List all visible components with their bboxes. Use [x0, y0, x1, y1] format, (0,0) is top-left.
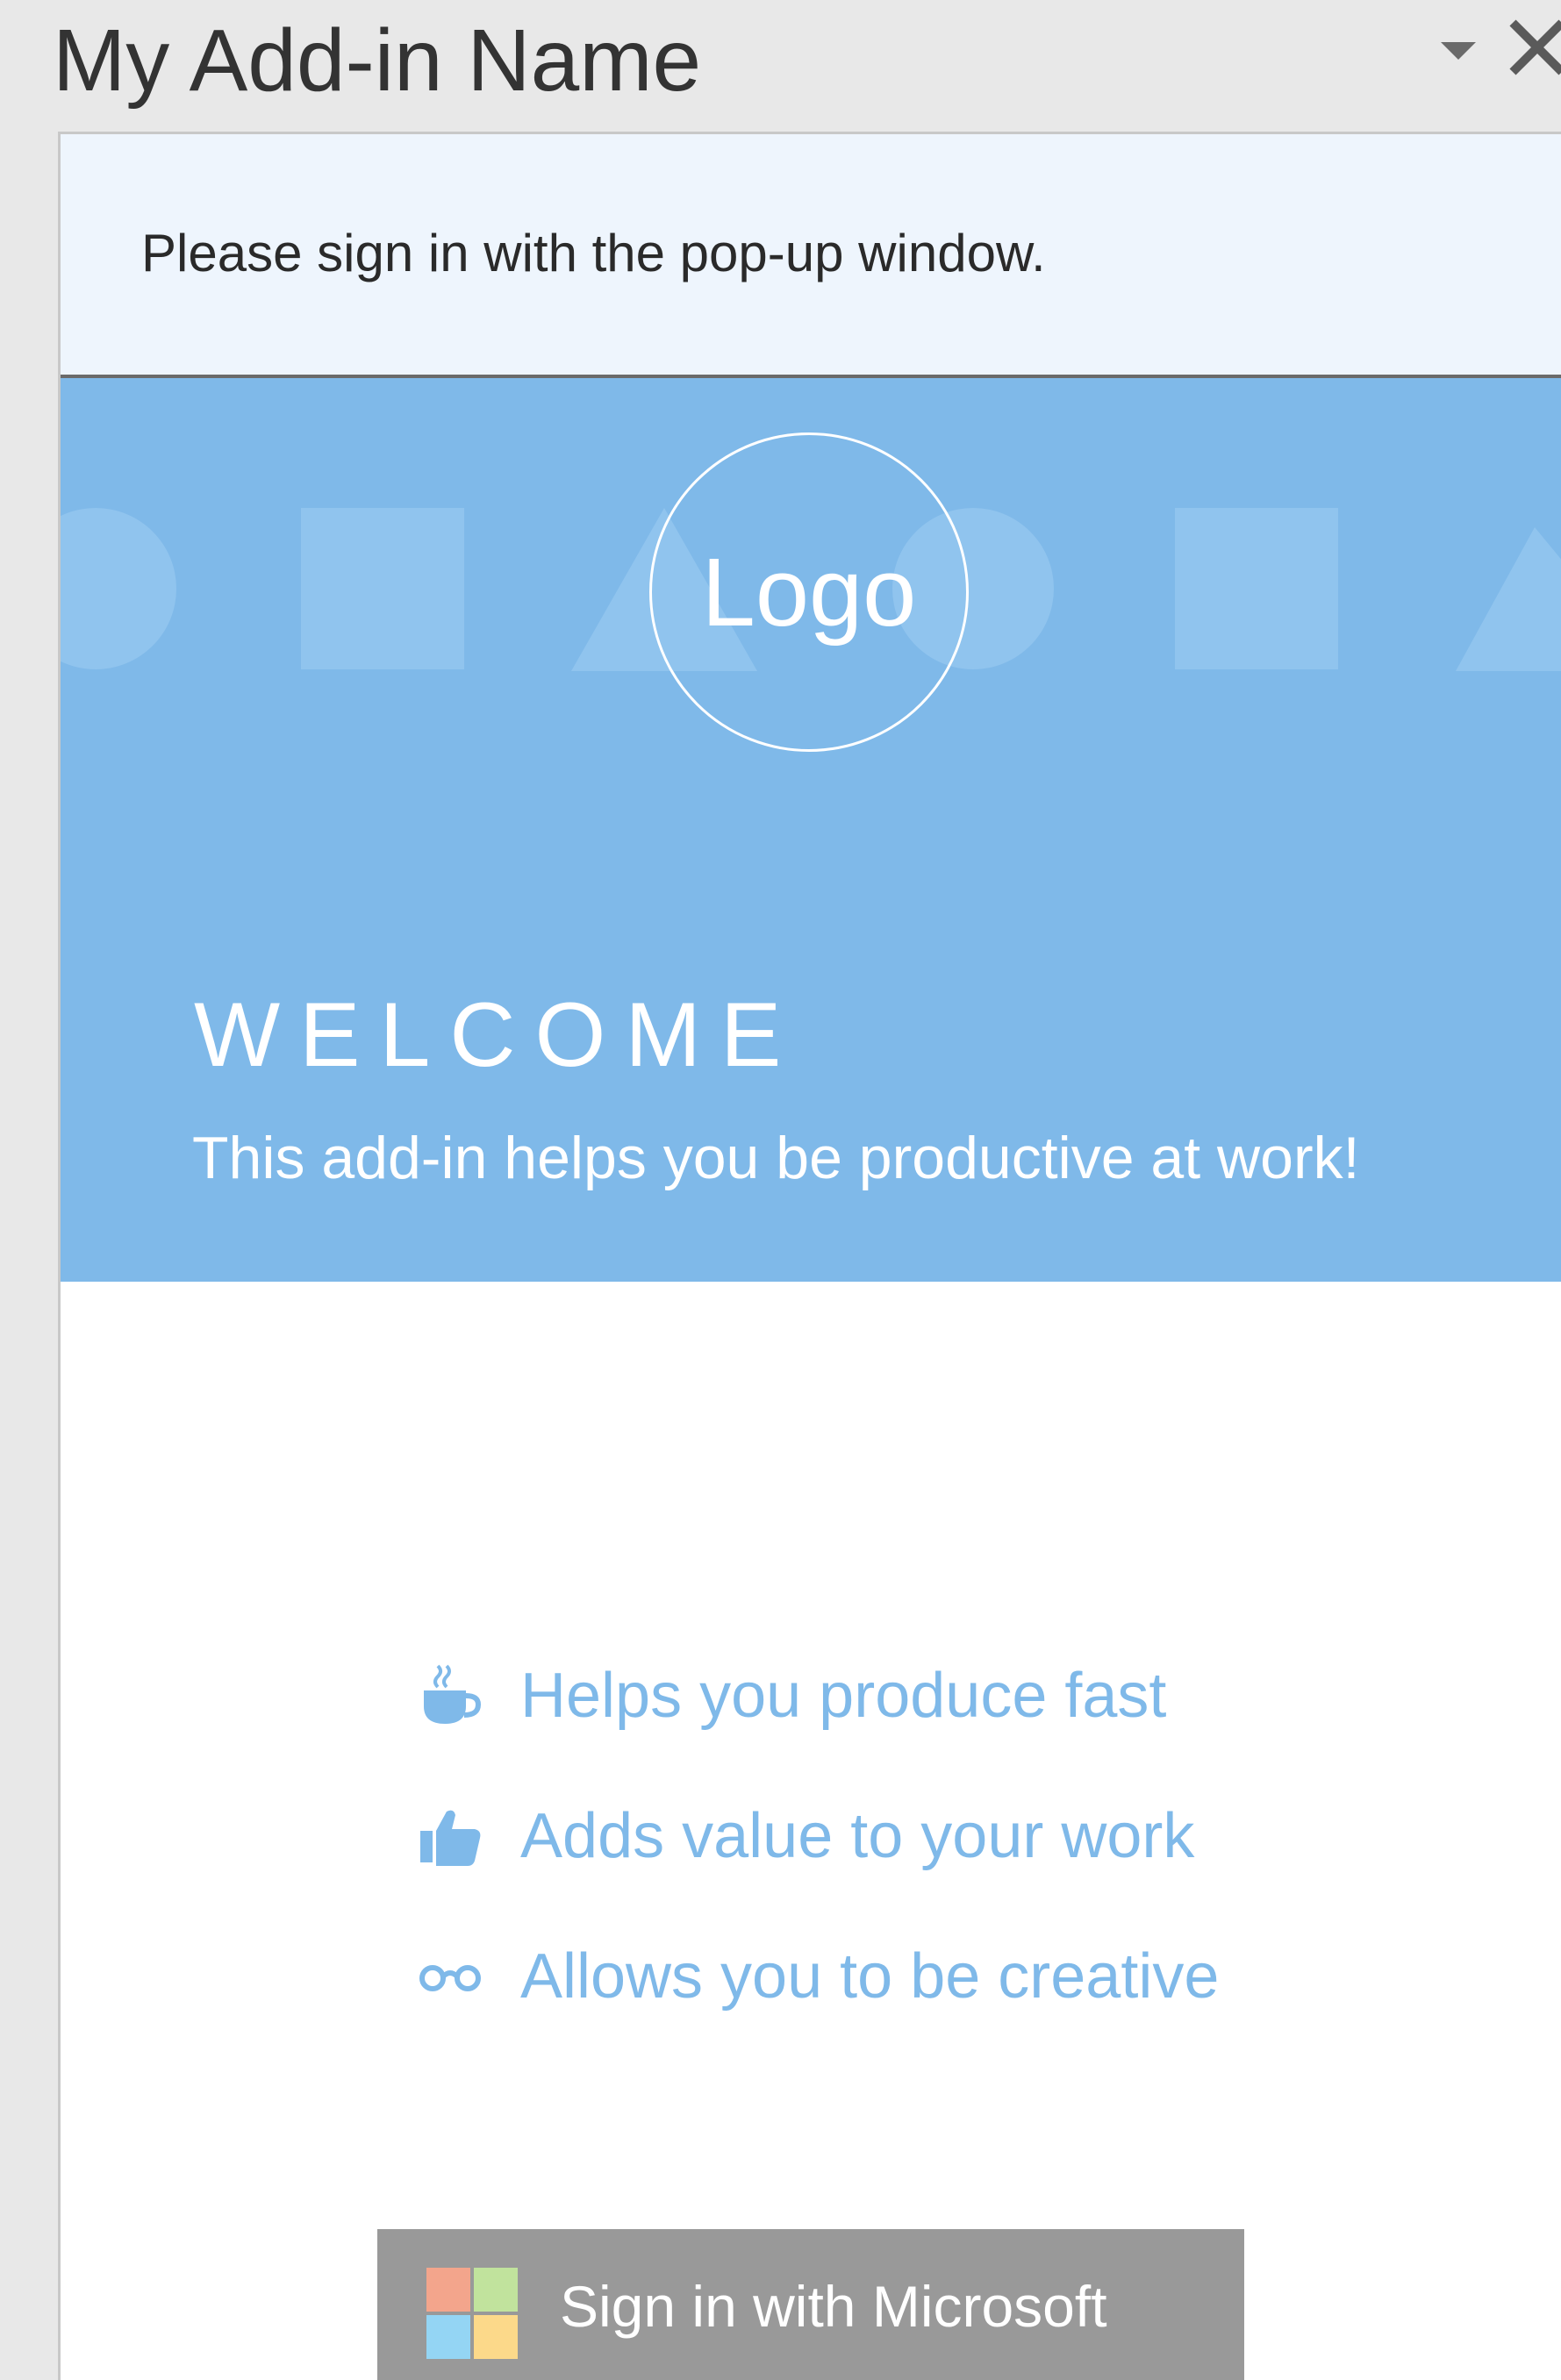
taskpane-content: Please sign in with the pop-up window. L…: [58, 132, 1561, 2380]
signin-notice: Please sign in with the pop-up window.: [61, 134, 1561, 378]
feature-list: Helps you produce fast Adds value to you…: [415, 1626, 1468, 2047]
welcome-heading: WELCOME: [194, 984, 801, 1086]
signin-microsoft-button[interactable]: Sign in with Microsoft: [377, 2229, 1244, 2380]
notice-text: Please sign in with the pop-up window.: [141, 224, 1046, 282]
chevron-down-icon[interactable]: [1432, 25, 1485, 77]
coffee-icon: [415, 1661, 485, 1731]
signin-label: Sign in with Microsoft: [560, 2274, 1107, 2339]
logo-placeholder: Logo: [649, 432, 969, 752]
addin-title: My Add-in Name: [53, 11, 702, 110]
list-item: Allows you to be creative: [415, 1906, 1468, 2047]
feature-label: Allows you to be creative: [520, 1941, 1220, 2012]
close-icon[interactable]: [1502, 12, 1561, 82]
thumbs-up-icon: [415, 1801, 485, 1871]
microsoft-logo-icon: [426, 2268, 518, 2359]
list-item: Helps you produce fast: [415, 1626, 1468, 1766]
logo-text: Logo: [701, 538, 917, 647]
glasses-icon: [415, 1941, 485, 2012]
hero-banner: Logo WELCOME This add-in helps you be pr…: [61, 378, 1561, 1282]
welcome-subtitle: This add-in helps you be productive at w…: [192, 1125, 1360, 1191]
feature-label: Adds value to your work: [520, 1801, 1195, 1871]
feature-label: Helps you produce fast: [520, 1661, 1167, 1731]
list-item: Adds value to your work: [415, 1766, 1468, 1906]
title-bar: My Add-in Name: [0, 0, 1561, 132]
taskpane-window: My Add-in Name Please sign in with the p…: [0, 0, 1561, 2380]
